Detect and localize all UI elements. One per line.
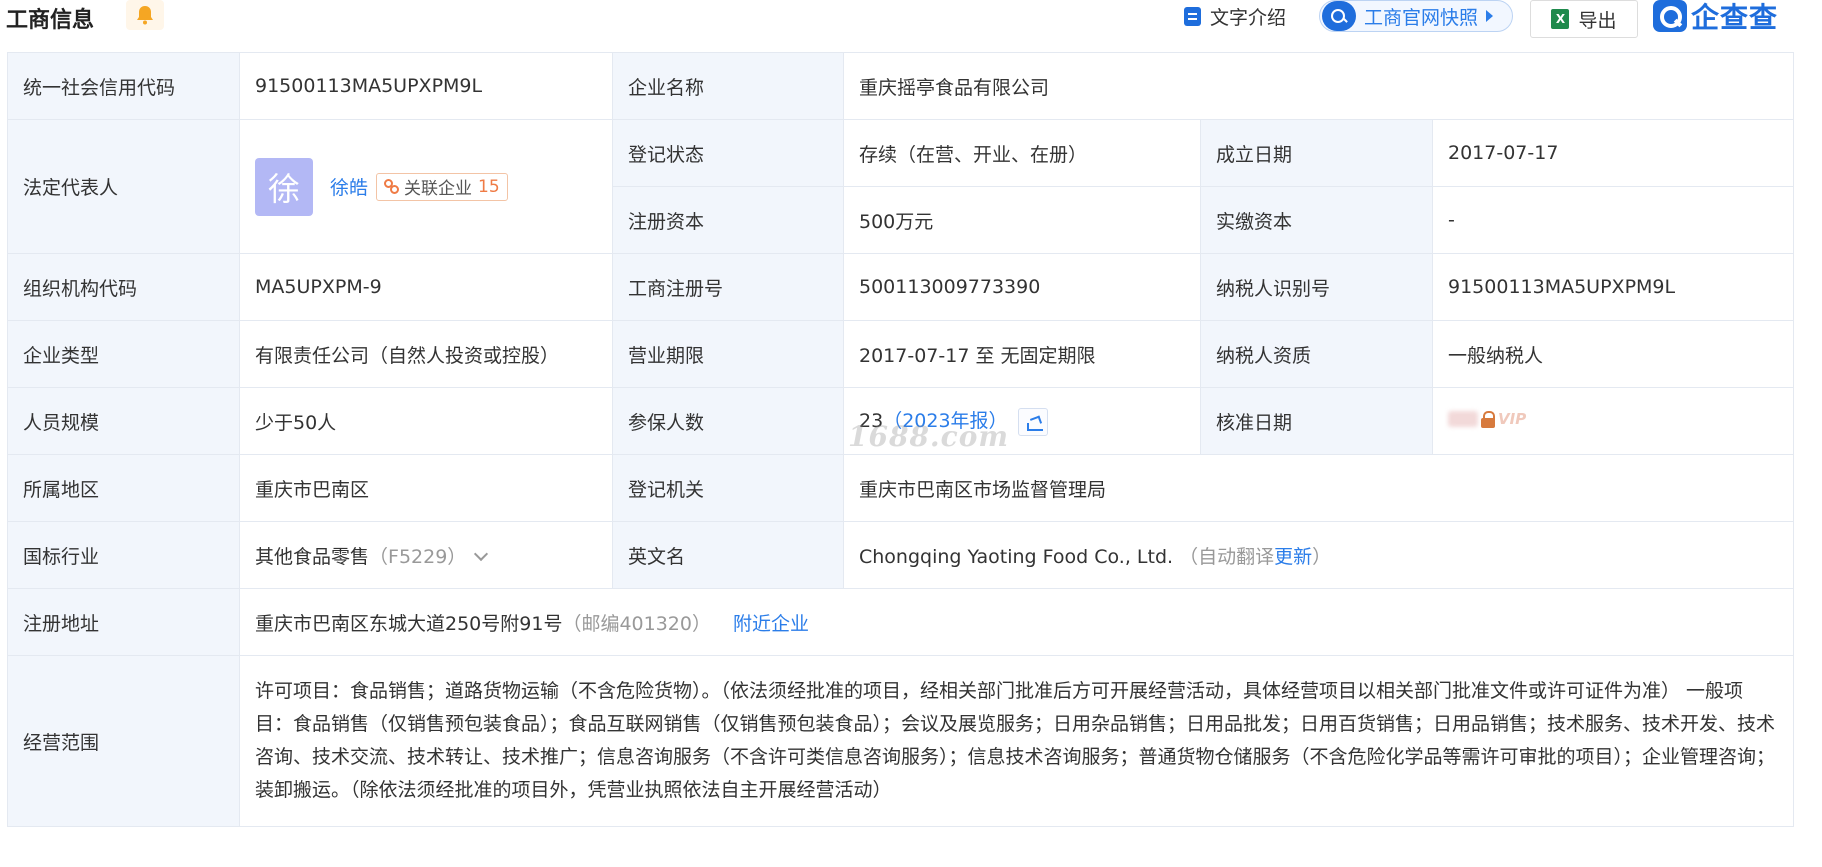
postcode: （邮编401320） [562,612,711,635]
legal-rep-cell: 徐 徐皓 关联企业 15 [239,119,613,254]
english-name-cell: Chongqing Yaoting Food Co., Ltd. （自动翻译更新… [843,521,1794,589]
biz-term-value: 2017-07-17 至 无固定期限 [843,320,1201,388]
related-companies-count: 15 [478,176,500,197]
translate-update-link[interactable]: 更新 [1274,546,1312,568]
related-companies-label: 关联企业 [404,179,473,199]
staff-size-label: 人员规模 [7,387,240,455]
paid-capital-label: 实缴资本 [1200,186,1433,254]
founded-date-label: 成立日期 [1200,119,1433,187]
reg-status-label: 登记状态 [612,119,844,187]
staff-size-value: 少于50人 [239,387,613,455]
table-row: 统一社会信用代码 91500113MA5UPXPM9L 企业名称 重庆摇亭食品有… [7,52,1794,120]
credit-code-label: 统一社会信用代码 [7,52,240,120]
industry-dropdown[interactable]: 其他食品零售（F5229） [239,521,613,589]
document-icon [1184,6,1201,26]
company-type-value: 有限责任公司（自然人投资或控股） [239,320,613,388]
biz-reg-no-label: 工商注册号 [612,253,844,321]
legal-rep-label: 法定代表人 [7,119,240,254]
company-type-label: 企业类型 [7,320,240,388]
table-row: 注册地址 重庆市巴南区东城大道250号附91号（邮编401320） 附近企业 [7,588,1794,656]
text-intro-label: 文字介绍 [1210,6,1287,29]
biz-reg-no-value: 500113009773390 [843,253,1201,321]
english-name-value: Chongqing Yaoting Food Co., Ltd. [859,545,1174,568]
reg-address-label: 注册地址 [7,588,240,656]
biz-scope-label: 经营范围 [7,655,240,827]
lock-icon [1481,410,1495,428]
play-arrow-icon [1486,10,1494,22]
biz-term-label: 营业期限 [612,320,844,388]
export-button[interactable]: X 导出 [1530,0,1638,38]
org-code-label: 组织机构代码 [7,253,240,321]
vip-locked-value[interactable]: VIP [1448,410,1526,428]
relation-graph-icon [384,179,400,194]
related-companies-badge[interactable]: 关联企业 15 [376,172,508,201]
industry-code: （F5229） [369,545,467,568]
table-row: 法定代表人 徐 徐皓 关联企业 15 登记状态 存续（在营、开业、在册） 成立日… [7,119,1794,254]
industry-label: 国标行业 [7,521,240,589]
official-snapshot-label: 工商官网快照 [1364,6,1479,29]
table-row: 经营范围 许可项目：食品销售；道路货物运输（不含危险货物）。（依法须经批准的项目… [7,655,1794,827]
company-name-label: 企业名称 [612,52,844,120]
brand-logo: 企查查 [1653,0,1778,34]
reg-status-value: 存续（在营、开业、在册） [843,119,1201,187]
taxpayer-qual-label: 纳税人资质 [1200,320,1433,388]
section-header: 工商信息 文字介绍 工商官网快照 X 导出 企查查 [0,0,1822,52]
brand-name: 企查查 [1691,1,1779,34]
trend-chart-icon[interactable] [1017,407,1048,436]
subscribe-bell-button[interactable] [126,0,164,30]
industry-value: 其他食品零售 [255,545,370,568]
vip-label: VIP [1498,410,1527,428]
excel-icon: X [1551,9,1570,29]
bell-icon [137,6,153,25]
auto-translate-note: （自动翻译 [1179,545,1275,568]
biz-scope-value: 许可项目：食品销售；道路货物运输（不含危险货物）。（依法须经批准的项目，经相关部… [239,655,1794,827]
reg-address-value: 重庆市巴南区东城大道250号附91号 [255,612,563,635]
text-intro-button[interactable]: 文字介绍 [1184,0,1286,32]
approval-date-label: 核准日期 [1200,387,1433,455]
qcc-logo-icon [1653,0,1687,32]
section-title: 工商信息 [6,8,95,33]
company-name-value: 重庆摇亭食品有限公司 [843,52,1794,120]
paid-capital-value: - [1432,186,1794,254]
table-row: 企业类型 有限责任公司（自然人投资或控股） 营业期限 2017-07-17 至 … [7,320,1794,388]
taxpayer-id-value: 91500113MA5UPXPM9L [1432,253,1794,321]
table-row: 组织机构代码 MA5UPXPM-9 工商注册号 500113009773390 … [7,253,1794,321]
credit-code-value: 91500113MA5UPXPM9L [239,52,613,120]
watermark: 1688.com [848,420,1010,453]
search-screen-icon [1322,1,1356,31]
org-code-value: MA5UPXPM-9 [239,253,613,321]
region-value: 重庆市巴南区 [239,454,613,522]
blurred-value [1448,411,1478,427]
insured-count-label: 参保人数 [612,387,844,455]
avatar[interactable]: 徐 [255,157,313,216]
reg-authority-value: 重庆市巴南区市场监督管理局 [843,454,1794,522]
reg-authority-label: 登记机关 [612,454,844,522]
region-label: 所属地区 [7,454,240,522]
official-snapshot-button[interactable]: 工商官网快照 [1319,0,1513,32]
reg-address-cell: 重庆市巴南区东城大道250号附91号（邮编401320） 附近企业 [239,588,1794,656]
taxpayer-qual-value: 一般纳税人 [1432,320,1794,388]
founded-date-value: 2017-07-17 [1432,119,1794,187]
reg-capital-label: 注册资本 [612,186,844,254]
reg-capital-value: 500万元 [843,186,1201,254]
table-row: 所属地区 重庆市巴南区 登记机关 重庆市巴南区市场监督管理局 [7,454,1794,522]
english-name-label: 英文名 [612,521,844,589]
table-row: 国标行业 其他食品零售（F5229） 英文名 Chongqing Yaoting… [7,521,1794,589]
legal-rep-name-link[interactable]: 徐皓 [330,173,368,200]
chevron-down-icon [474,546,489,561]
approval-date-cell: VIP [1432,387,1794,455]
auto-translate-close: ） [1312,545,1332,568]
nearby-companies-link[interactable]: 附近企业 [733,613,809,635]
taxpayer-id-label: 纳税人识别号 [1200,253,1433,321]
export-label: 导出 [1578,9,1617,32]
